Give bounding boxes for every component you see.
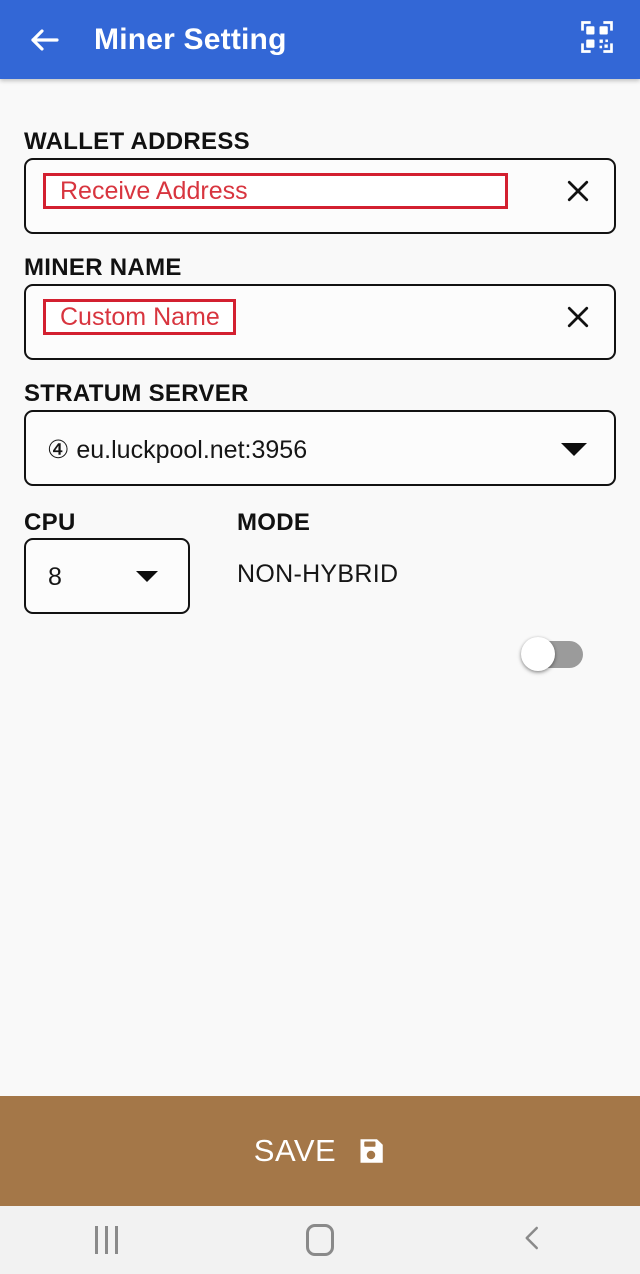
mode-label: MODE <box>237 509 311 536</box>
nav-back-button[interactable] <box>427 1206 640 1274</box>
chevron-down-icon[interactable] <box>561 443 587 456</box>
chevron-down-icon[interactable] <box>136 571 158 582</box>
back-button[interactable] <box>14 9 76 71</box>
cpu-value: 8 <box>48 563 62 591</box>
app-bar: Miner Setting <box>0 0 640 79</box>
form-content: WALLET ADDRESS Receive Address MINER NAM… <box>0 79 640 1096</box>
android-navigation-bar <box>0 1206 640 1274</box>
mode-value: NON-HYBRID <box>237 560 399 588</box>
recents-icon <box>95 1226 119 1254</box>
cpu-label: CPU <box>24 509 76 536</box>
save-button[interactable]: SAVE <box>0 1096 640 1206</box>
qr-scan-button[interactable] <box>568 11 626 69</box>
wallet-address-label: WALLET ADDRESS <box>24 128 250 155</box>
qr-code-scan-icon <box>578 18 616 61</box>
stratum-server-value: ④ eu.luckpool.net:3956 <box>47 436 308 464</box>
nav-recents-button[interactable] <box>0 1206 213 1274</box>
nav-home-button[interactable] <box>213 1206 426 1274</box>
wallet-address-placeholder: Receive Address <box>60 176 248 205</box>
miner-name-label: MINER NAME <box>24 254 182 281</box>
close-x-icon <box>563 176 593 211</box>
miner-name-highlight[interactable]: Custom Name <box>43 299 236 335</box>
floppy-disk-save-icon <box>356 1136 386 1166</box>
save-button-label: SAVE <box>253 1133 337 1168</box>
wallet-address-clear-button[interactable] <box>558 173 598 213</box>
miner-name-clear-button[interactable] <box>558 299 598 339</box>
mode-toggle[interactable] <box>521 637 583 671</box>
close-x-icon <box>563 302 593 337</box>
home-icon <box>305 1224 334 1256</box>
page-title: Miner Setting <box>94 22 287 56</box>
stratum-server-label: STRATUM SERVER <box>24 380 249 407</box>
miner-name-placeholder: Custom Name <box>60 302 220 331</box>
miner-setting-screen: Miner Setting WALLET ADDRESS Receive Add… <box>0 0 640 1274</box>
arrow-left-icon <box>27 22 63 58</box>
wallet-address-highlight[interactable]: Receive Address <box>43 173 508 209</box>
back-chevron-icon <box>518 1223 548 1258</box>
toggle-knob <box>521 637 555 671</box>
